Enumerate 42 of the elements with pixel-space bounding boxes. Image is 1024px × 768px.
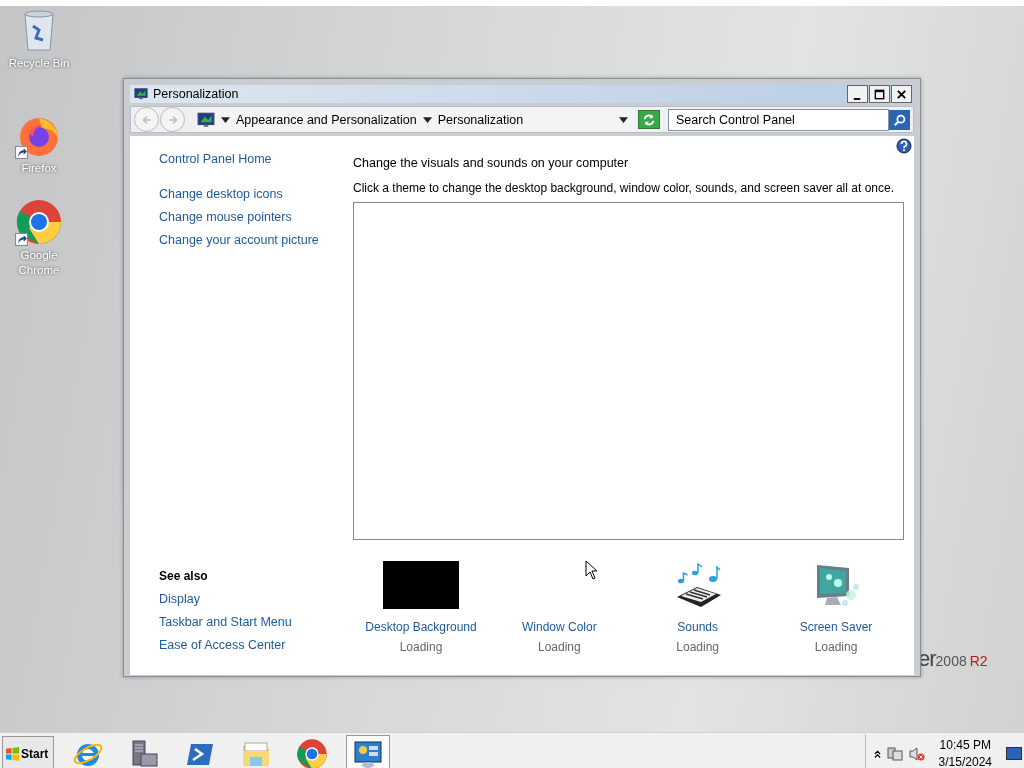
status-text: Loading <box>399 639 443 656</box>
taskbar-button[interactable] <box>346 734 390 768</box>
windows-flag-icon <box>5 746 20 761</box>
setting-link[interactable]: Window Color <box>521 617 597 637</box>
status-text: Loading <box>537 639 581 656</box>
description-text: Click a theme to change the desktop background, window color, sounds, and screen saver all at once. <box>353 181 895 196</box>
setting-link[interactable]: Desktop Background <box>365 617 477 637</box>
sidebar-link[interactable]: Change your account picture <box>159 229 323 252</box>
sidebar-link[interactable]: Change mouse pointers <box>159 206 323 229</box>
maximize-icon <box>873 87 886 101</box>
sidebar-link[interactable]: Display <box>159 588 323 611</box>
chrome-icon[interactable] <box>15 198 63 246</box>
page-heading: Change the visuals and sounds on your computer <box>353 156 630 171</box>
shortcut-arrow-icon <box>15 233 28 246</box>
wallpaper-logo-version: 2008 <box>935 653 967 669</box>
status-text: Loading <box>676 639 719 656</box>
section-heading: See also <box>159 568 209 585</box>
chrome-icon <box>296 737 328 768</box>
minimize-button[interactable] <box>847 85 868 103</box>
maximize-button[interactable] <box>869 85 890 103</box>
start-button[interactable]: Start <box>2 735 54 768</box>
shortcut-arrow-icon <box>15 146 28 159</box>
setting-link[interactable]: Sounds <box>677 617 718 637</box>
window-title: Personalization <box>153 87 240 101</box>
close-button[interactable] <box>891 85 912 103</box>
sidebar-link[interactable]: Ease of Access Center <box>159 634 323 657</box>
close-icon <box>895 87 908 101</box>
show-desktop-icon[interactable] <box>1006 746 1022 761</box>
sidebar-link[interactable]: Control Panel Home <box>159 148 323 171</box>
sidebar-link[interactable]: Taskbar and Start Menu <box>159 611 323 634</box>
help-icon[interactable] <box>896 138 912 154</box>
setting-link[interactable]: Screen Saver <box>799 617 873 637</box>
status-text: Loading <box>814 639 858 656</box>
clock-date[interactable]: 3/15/2024 <box>938 753 992 768</box>
wallpaper-logo-edition: R2 <box>969 653 988 669</box>
monitor-icon <box>134 87 148 101</box>
speaker-muted-icon[interactable] <box>908 745 925 762</box>
mouse-pointer-icon <box>585 560 597 580</box>
show-hidden-icons-icon[interactable] <box>873 748 881 759</box>
sidebar-link[interactable]: Change desktop icons <box>159 183 323 206</box>
network-icon[interactable] <box>886 745 903 762</box>
clock-time[interactable]: 10:45 PM <box>939 736 991 754</box>
